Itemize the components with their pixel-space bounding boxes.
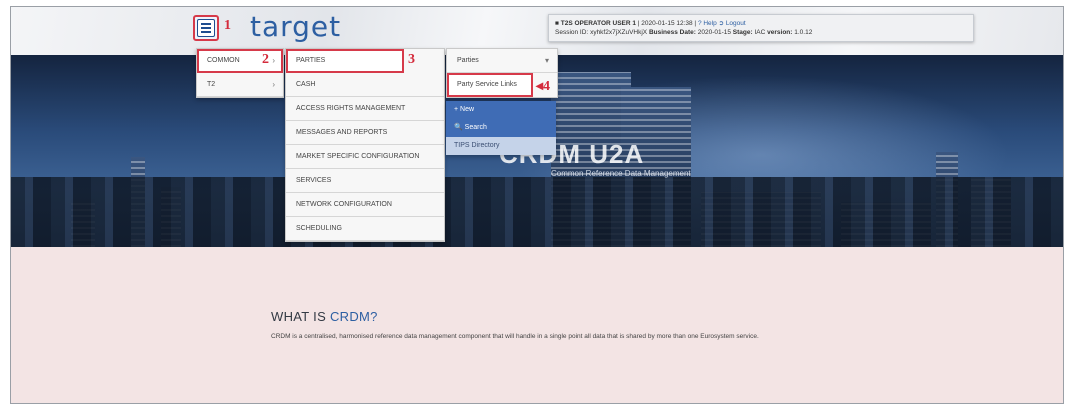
timestamp: | 2020-01-15 12:38 | bbox=[637, 20, 697, 27]
hamburger-menu-button[interactable] bbox=[193, 15, 219, 41]
menu-item-search[interactable]: 🔍 Search bbox=[446, 119, 556, 137]
stage-label: Stage: bbox=[732, 29, 753, 36]
step-marker-2: 2 bbox=[262, 52, 269, 67]
menu-item-common[interactable]: COMMON › bbox=[197, 49, 283, 73]
version-label: version: bbox=[767, 29, 793, 36]
menu-level-2: PARTIES CASH ACCESS RIGHTS MANAGEMENT ME… bbox=[285, 48, 445, 242]
menu-item-access-rights-management[interactable]: ACCESS RIGHTS MANAGEMENT bbox=[286, 97, 444, 121]
session-label: Session ID: bbox=[555, 29, 589, 36]
content-title: WHAT IS CRDM? bbox=[271, 309, 378, 324]
help-link[interactable]: ? Help bbox=[698, 20, 717, 27]
menu-item-network-configuration[interactable]: NETWORK CONFIGURATION bbox=[286, 193, 444, 217]
menu-item-parties-sub[interactable]: Parties ▾ bbox=[447, 49, 557, 73]
menu-level-1: COMMON › T2 › bbox=[196, 48, 284, 98]
business-date-label: Business Date: bbox=[648, 29, 696, 36]
content-description: CRDM is a centralised, harmonised refere… bbox=[271, 333, 759, 340]
menu-item-messages-and-reports[interactable]: MESSAGES AND REPORTS bbox=[286, 121, 444, 145]
menu-item-cash[interactable]: CASH bbox=[286, 73, 444, 97]
step-marker-1: 1 bbox=[224, 18, 231, 33]
menu-item-tips-directory[interactable]: TIPS Directory bbox=[446, 137, 556, 155]
chevron-right-icon: › bbox=[272, 56, 275, 65]
session-value: xyhkf2x7jXZuVHkjX bbox=[590, 29, 648, 36]
menu-item-parties[interactable]: PARTIES bbox=[286, 49, 404, 73]
user-session-box: ■ T2S OPERATOR USER 1 | 2020-01-15 12:38… bbox=[548, 14, 974, 42]
logout-link[interactable]: Logout bbox=[726, 20, 746, 27]
user-name: T2S OPERATOR USER 1 bbox=[560, 20, 636, 27]
step-marker-4: ◂4 bbox=[536, 79, 551, 94]
user-icon: ■ bbox=[555, 20, 559, 27]
menu-item-services[interactable]: SERVICES bbox=[286, 169, 444, 193]
hero-subtitle: Common Reference Data Management bbox=[551, 169, 691, 178]
menu-item-t2[interactable]: T2 › bbox=[197, 73, 283, 97]
stage-value: IAC bbox=[754, 29, 766, 36]
version-value: 1.0.12 bbox=[794, 29, 813, 36]
chevron-down-icon: ▾ bbox=[544, 56, 549, 65]
business-date-value: 2020-01-15 bbox=[697, 29, 731, 36]
search-icon: 🔍 bbox=[454, 124, 463, 131]
step-marker-3: 3 bbox=[408, 52, 415, 67]
menu-item-market-specific-configuration[interactable]: MARKET SPECIFIC CONFIGURATION bbox=[286, 145, 444, 169]
hamburger-icon bbox=[197, 19, 215, 37]
menu-level-4: + New 🔍 Search TIPS Directory bbox=[446, 101, 556, 155]
logout-icon: ➲ bbox=[718, 20, 724, 27]
target-logo: target bbox=[250, 10, 342, 43]
chevron-right-icon: › bbox=[272, 80, 275, 89]
menu-item-scheduling[interactable]: SCHEDULING bbox=[286, 217, 444, 241]
menu-item-new[interactable]: + New bbox=[446, 101, 556, 119]
menu-item-party-service-links[interactable]: Party Service Links bbox=[447, 73, 533, 97]
